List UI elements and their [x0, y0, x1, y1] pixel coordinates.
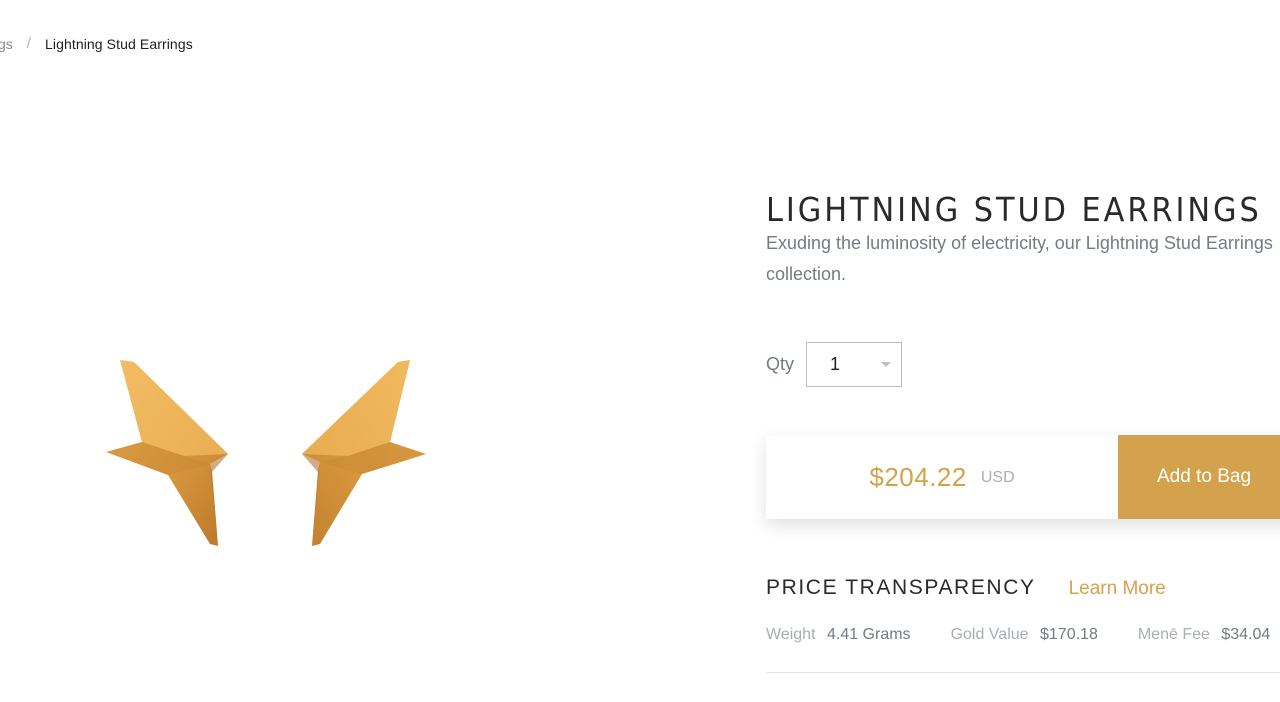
price-currency: USD [980, 469, 1015, 486]
next-section-cutoff [766, 694, 1280, 702]
quantity-value: 1 [830, 354, 841, 374]
price-box: $204.22 USD [766, 435, 1118, 519]
breadcrumb-current: Lightning Stud Earrings [44, 35, 193, 52]
price-transparency-header: PRICE TRANSPARENCY Learn More [766, 576, 1166, 600]
quantity-row: Qty 1 [766, 342, 903, 387]
quantity-select[interactable]: 1 [806, 342, 903, 387]
stat-weight: Weight 4.41 Grams [766, 626, 911, 644]
stat-label: Menē Fee [1137, 626, 1210, 643]
breadcrumb: gs / Lightning Stud Earrings [0, 35, 193, 52]
product-title: LIGHTNING STUD EARRINGS [766, 190, 1262, 230]
stat-label: Gold Value [950, 626, 1029, 643]
right-earring [302, 360, 426, 546]
section-divider [766, 672, 1280, 673]
add-to-bag-button[interactable]: Add to Bag [1118, 435, 1280, 519]
description-line-2: collection. [766, 264, 847, 284]
learn-more-link[interactable]: Learn More [1069, 578, 1166, 600]
stat-label: Weight [766, 626, 816, 643]
price-stats: Weight 4.41 Grams Gold Value $170.18 Men… [766, 626, 1280, 644]
price-transparency-heading: PRICE TRANSPARENCY [766, 576, 1036, 599]
left-earring [106, 360, 228, 546]
stat-value: $34.04 [1221, 626, 1271, 643]
lightning-earrings-image [106, 360, 426, 546]
stat-gold-value: Gold Value $170.18 [951, 626, 1098, 644]
description-line-1: Exuding the luminosity of electricity, o… [766, 233, 1273, 253]
qty-label: Qty [766, 354, 795, 374]
product-description: Exuding the luminosity of electricity, o… [766, 228, 1280, 290]
product-price: $204.22 [869, 461, 967, 492]
product-details: LIGHTNING STUD EARRINGS Exuding the lumi… [766, 0, 1280, 702]
purchase-bar: $204.22 USD Add to Bag [766, 435, 1280, 519]
breadcrumb-separator: / [26, 35, 31, 52]
stat-value: $170.18 [1040, 626, 1098, 643]
product-page: gs / Lightning Stud Earrings LIGHTNING S… [0, 0, 1280, 702]
stat-mene-fee: Menē Fee $34.04 [1138, 626, 1270, 644]
product-image[interactable] [98, 350, 438, 555]
breadcrumb-link-earrings[interactable]: gs [0, 36, 13, 52]
chevron-down-icon [881, 362, 892, 367]
stat-value: 4.41 Grams [826, 626, 911, 643]
